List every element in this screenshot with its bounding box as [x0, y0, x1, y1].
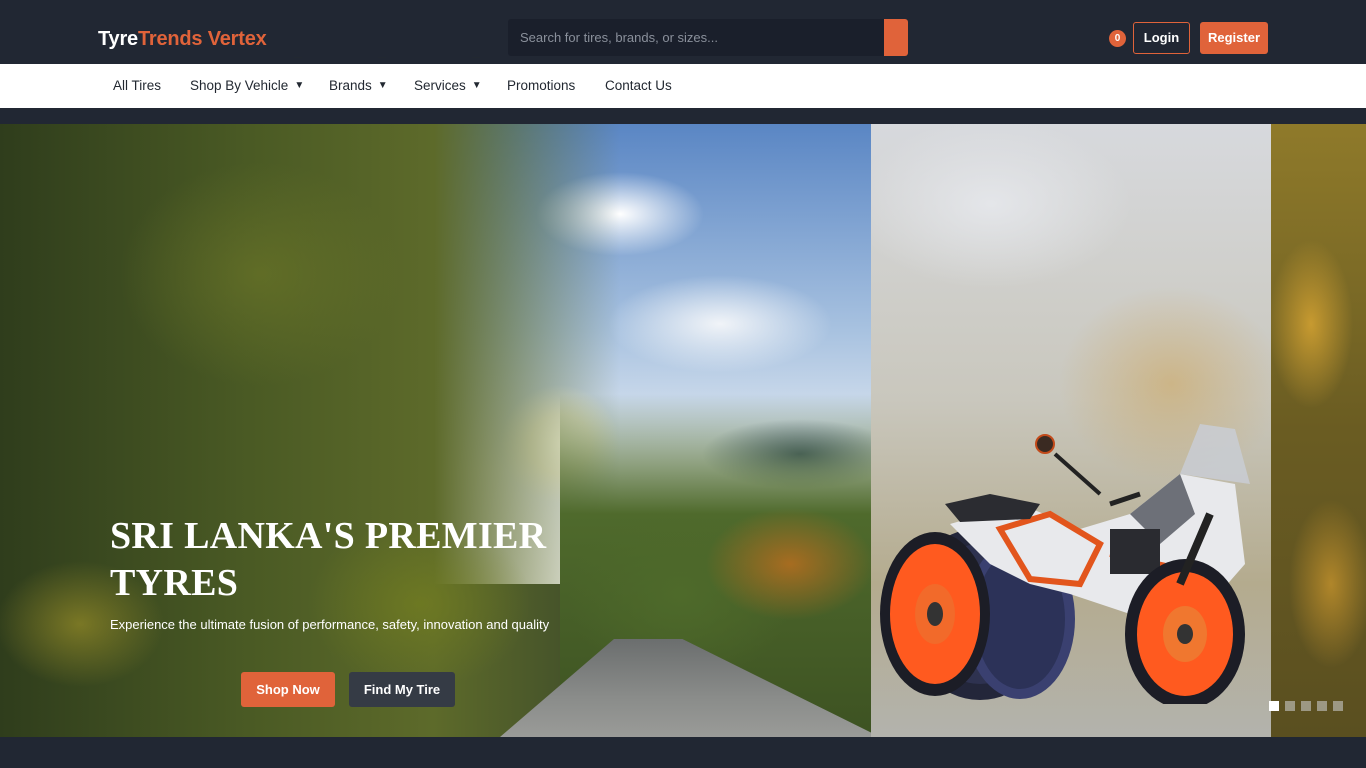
carousel-dot-2[interactable]	[1285, 701, 1295, 711]
carousel-dot-3[interactable]	[1301, 701, 1311, 711]
dropdown-caret-icon: ▼	[294, 57, 304, 108]
nav-item-shop-by-vehicle[interactable]: Shop By Vehicle ▼	[190, 57, 304, 108]
nav-item-label: Services	[414, 78, 466, 93]
top-header: TyreTrends Vertex 0 Login Register	[0, 0, 1366, 64]
nav-item-label: Brands	[329, 78, 372, 93]
nav-item-label: Contact Us	[605, 78, 672, 93]
login-button[interactable]: Login	[1133, 22, 1190, 54]
nav-item-label: Shop By Vehicle	[190, 78, 289, 93]
nav-item-contact-us[interactable]: Contact Us	[605, 64, 672, 108]
site-logo[interactable]: TyreTrends Vertex	[98, 27, 267, 51]
hero-subtitle: Experience the ultimate fusion of perfor…	[110, 617, 550, 632]
dropdown-caret-icon: ▼	[377, 57, 388, 108]
carousel-dot-5[interactable]	[1333, 701, 1343, 711]
nav-item-promotions[interactable]: Promotions	[507, 64, 575, 108]
search-bar	[508, 19, 908, 56]
logo-part-trends-vertex: Trends Vertex	[137, 28, 267, 50]
register-button[interactable]: Register	[1200, 22, 1268, 54]
nav-item-label: Promotions	[507, 78, 576, 93]
hero-title-line-2: TYRES	[110, 562, 239, 604]
logo-part-tyre: Tyre	[98, 28, 138, 50]
main-nav: All Tires Shop By Vehicle ▼ Brands ▼ Servi…	[0, 57, 1366, 108]
search-input[interactable]	[508, 19, 884, 56]
nav-item-services[interactable]: Services ▼	[414, 57, 482, 108]
cart-count-badge[interactable]: 0	[1109, 30, 1126, 47]
hero-title-line-1: SRI LANKA'S PREMIER	[110, 515, 547, 557]
hero-title: SRI LANKA'S PREMIER TYRES	[110, 513, 630, 607]
carousel-dot-4[interactable]	[1317, 701, 1327, 711]
nav-item-brands[interactable]: Brands ▼	[329, 57, 388, 108]
find-my-tire-button[interactable]: Find My Tire	[349, 672, 455, 707]
hero-carousel: SRI LANKA'S PREMIER TYRES Experience the…	[0, 124, 1366, 737]
motorcycle-image	[880, 424, 1250, 704]
hero-forest-left	[0, 124, 620, 737]
carousel-dot-1[interactable]	[1269, 701, 1279, 711]
nav-item-all-tires[interactable]: All Tires	[113, 64, 161, 108]
nav-item-label: All Tires	[113, 78, 162, 93]
dropdown-caret-icon: ▼	[471, 57, 482, 108]
search-button[interactable]	[884, 19, 908, 56]
shop-now-button[interactable]: Shop Now	[241, 672, 335, 707]
hero-forest-right	[1271, 124, 1366, 737]
